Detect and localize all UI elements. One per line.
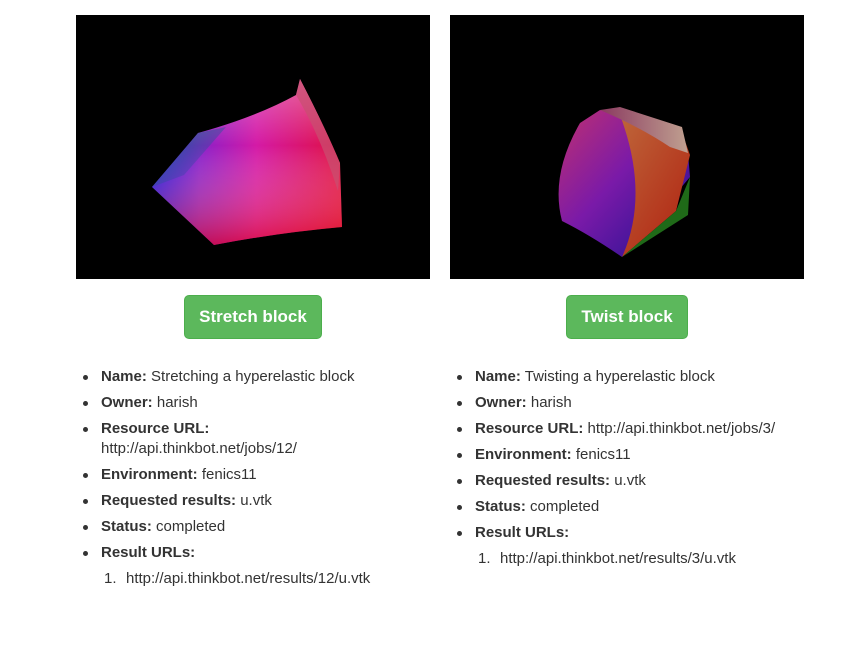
stretch-block-button[interactable]: Stretch block (184, 295, 322, 339)
job-panel-stretch: Stretch block Name: Stretching a hyperel… (76, 15, 430, 595)
job-details-list: Name: Stretching a hyperelastic block Ow… (76, 367, 430, 589)
stretch-block-render (152, 79, 342, 245)
result-url-value: http://api.thinkbot.net/results/12/u.vtk (126, 570, 371, 587)
status-value: completed (530, 498, 600, 515)
job-status-item: Status: completed (457, 497, 804, 517)
environment-value: fenics11 (575, 446, 631, 463)
twist-block-button[interactable]: Twist block (566, 295, 688, 339)
status-value: completed (156, 518, 226, 535)
job-requested-results-item: Requested results: u.vtk (83, 491, 430, 511)
name-value: Stretching a hyperelastic block (151, 368, 355, 385)
resource-url-value: http://api.thinkbot.net/jobs/12/ (101, 440, 297, 457)
job-resource-url-item: Resource URL: http://api.thinkbot.net/job… (83, 419, 430, 459)
owner-value: harish (530, 394, 572, 411)
name-label: Name: (101, 368, 147, 385)
status-label: Status: (101, 518, 152, 535)
stretch-block-3d-viewer[interactable] (76, 15, 430, 279)
requested-results-value: u.vtk (240, 492, 272, 509)
owner-value: harish (156, 394, 198, 411)
result-url-item: 1. http://api.thinkbot.net/results/3/u.vt… (478, 549, 804, 569)
result-urls-label: Result URLs: (101, 544, 196, 561)
environment-label: Environment: (101, 466, 198, 483)
owner-label: Owner: (475, 394, 527, 411)
job-panel-twist: Twist block Name: Twisting a hyperelasti… (450, 15, 804, 575)
job-result-urls-item: Result URLs: 1. http://api.thinkbot.net/r… (83, 543, 430, 589)
name-label: Name: (475, 368, 521, 385)
job-requested-results-item: Requested results: u.vtk (457, 471, 804, 491)
resource-url-value: http://api.thinkbot.net/jobs/3/ (587, 420, 776, 437)
environment-value: fenics11 (201, 466, 257, 483)
job-name-item: Name: Twisting a hyperelastic block (457, 367, 804, 387)
name-value: Twisting a hyperelastic block (524, 368, 715, 385)
job-environment-item: Environment: fenics11 (457, 445, 804, 465)
requested-results-label: Requested results: (475, 472, 611, 489)
result-url-number: 1. (478, 550, 491, 567)
job-status-item: Status: completed (83, 517, 430, 537)
status-label: Status: (475, 498, 526, 515)
job-owner-item: Owner: harish (457, 393, 804, 413)
environment-label: Environment: (475, 446, 572, 463)
result-url-number: 1. (104, 570, 117, 587)
owner-label: Owner: (101, 394, 153, 411)
result-urls-list: 1. http://api.thinkbot.net/results/3/u.vt… (475, 549, 804, 569)
requested-results-value: u.vtk (614, 472, 646, 489)
job-resource-url-item: Resource URL: http://api.thinkbot.net/jo… (457, 419, 804, 439)
resource-url-label: Resource URL: (101, 420, 210, 437)
job-result-urls-item: Result URLs: 1. http://api.thinkbot.net/r… (457, 523, 804, 569)
result-urls-list: 1. http://api.thinkbot.net/results/12/u.v… (101, 569, 430, 589)
job-details-list: Name: Twisting a hyperelastic block Owne… (450, 367, 804, 569)
result-urls-label: Result URLs: (475, 524, 570, 541)
resource-url-label: Resource URL: (475, 420, 584, 437)
job-owner-item: Owner: harish (83, 393, 430, 413)
job-name-item: Name: Stretching a hyperelastic block (83, 367, 430, 387)
twist-block-render (558, 107, 690, 257)
result-url-item: 1. http://api.thinkbot.net/results/12/u.v… (104, 569, 430, 589)
result-url-value: http://api.thinkbot.net/results/3/u.vtk (500, 550, 736, 567)
job-environment-item: Environment: fenics11 (83, 465, 430, 485)
twist-block-3d-viewer[interactable] (450, 15, 804, 279)
requested-results-label: Requested results: (101, 492, 237, 509)
